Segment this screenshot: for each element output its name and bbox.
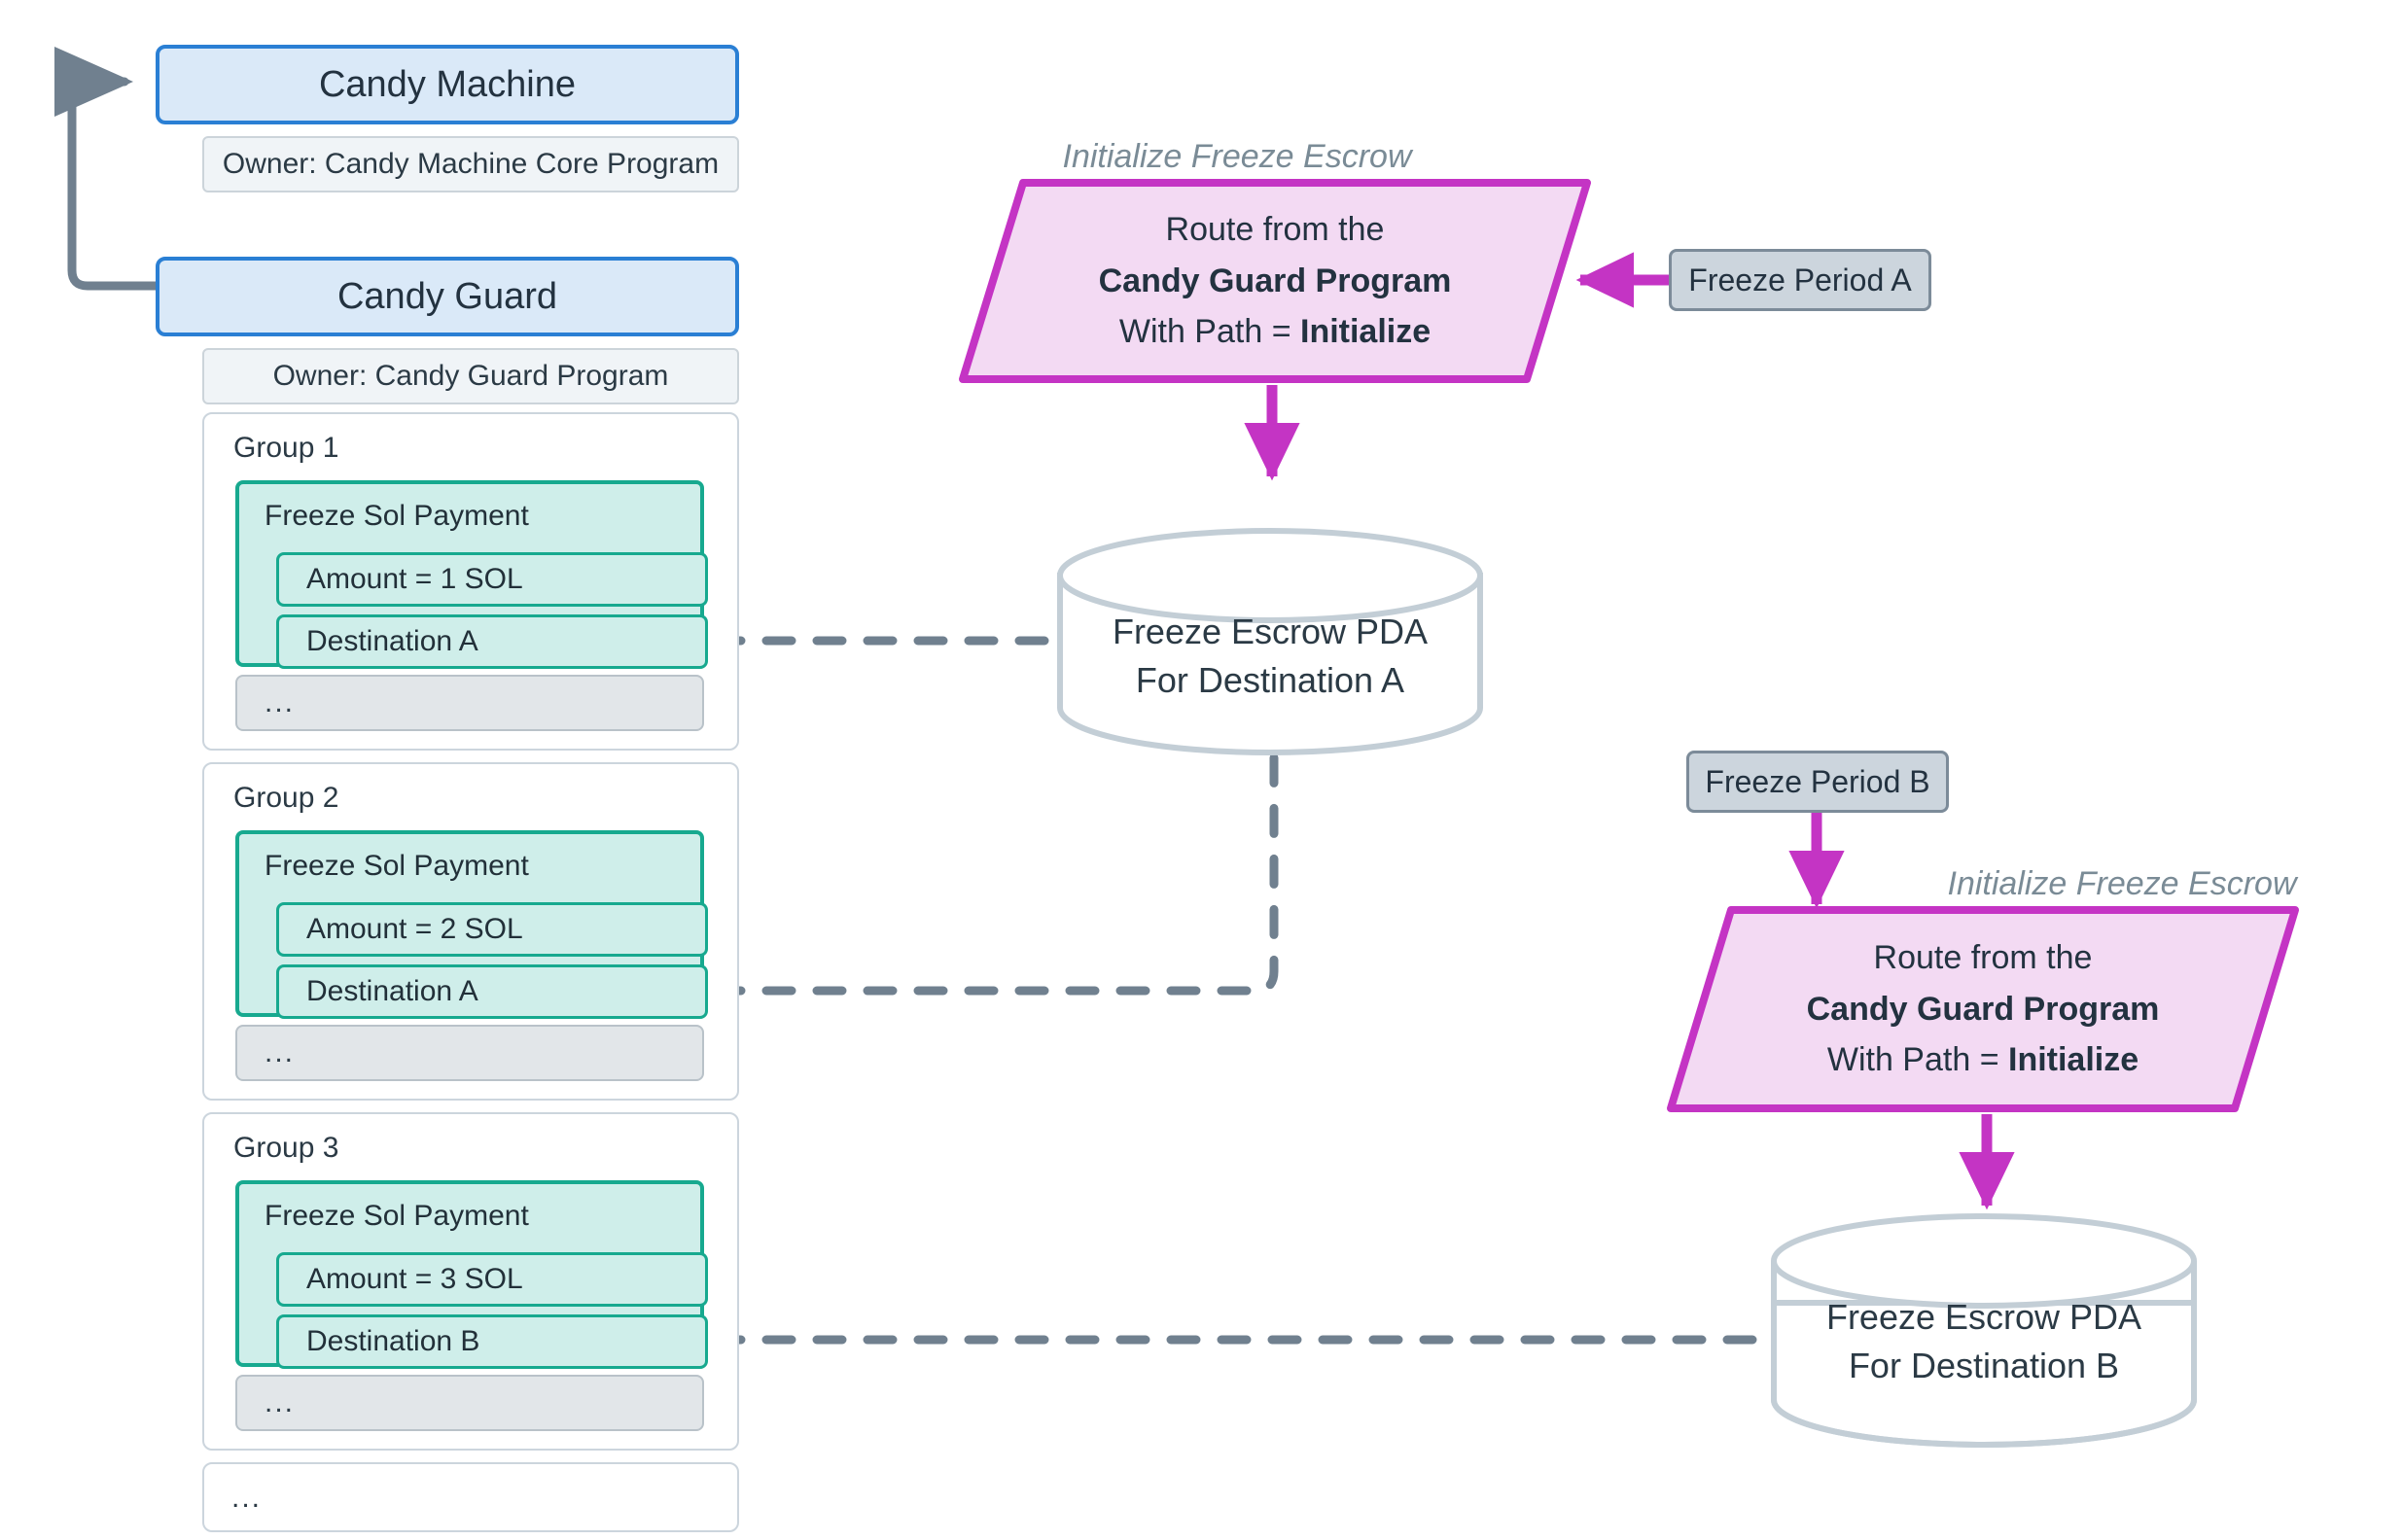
freeze-period-a-label: Freeze Period A xyxy=(1688,262,1912,298)
candy-machine-box[interactable]: Candy Machine xyxy=(156,45,739,124)
guard-amount-label-group-1: Amount = 1 SOL xyxy=(306,563,523,595)
guard-name-group-3: Freeze Sol Payment xyxy=(265,1200,529,1232)
candy-guard-owner-label: Owner: Candy Guard Program xyxy=(272,360,669,392)
group-3-title: Group 3 xyxy=(233,1132,339,1164)
candy-guard-box[interactable]: Candy Guard xyxy=(156,257,739,336)
group-1-more-label: ... xyxy=(265,686,296,718)
guard-destination-group-1[interactable]: Destination A xyxy=(276,614,708,669)
route-a-line3-bold: Initialize xyxy=(1300,313,1432,351)
candy-guard-more-label: ... xyxy=(231,1482,263,1514)
group-1-more-row[interactable]: ... xyxy=(235,675,704,731)
group-1-title: Group 1 xyxy=(233,432,339,464)
route-b-line1: Route from the xyxy=(1873,938,2093,976)
guard-name-group-2: Freeze Sol Payment xyxy=(265,850,529,882)
guard-amount-label-group-2: Amount = 2 SOL xyxy=(306,913,523,945)
freeze-period-a-box[interactable]: Freeze Period A xyxy=(1669,249,1931,311)
escrow-b-cylinder-shape xyxy=(1771,1213,2197,1448)
connector-group2-to-escrow-a xyxy=(711,746,1279,996)
route-b-line2: Candy Guard Program xyxy=(1806,990,2160,1028)
freeze-period-b-label: Freeze Period B xyxy=(1705,763,1930,799)
guard-destination-group-3[interactable]: Destination B xyxy=(276,1314,708,1369)
candy-machine-title: Candy Machine xyxy=(318,63,577,105)
group-3-more-row[interactable]: ... xyxy=(235,1375,704,1431)
escrow-a-cylinder-shape xyxy=(1057,528,1483,755)
candy-guard-owner-row: Owner: Candy Guard Program xyxy=(202,348,739,404)
guard-amount-group-3[interactable]: Amount = 3 SOL xyxy=(276,1252,708,1307)
route-b-line3-prefix: With Path = xyxy=(1826,1041,2008,1079)
route-a-line3-prefix: With Path = xyxy=(1118,313,1300,351)
route-a-line2: Candy Guard Program xyxy=(1098,262,1452,299)
route-b-parallelogram[interactable]: Route from the Candy Guard Program With … xyxy=(1671,910,2295,1108)
route-a-line1: Route from the xyxy=(1165,210,1385,248)
candy-guard-more-panel[interactable]: ... xyxy=(202,1462,739,1532)
candy-machine-owner-row: Owner: Candy Machine Core Program xyxy=(202,136,739,192)
guard-amount-group-1[interactable]: Amount = 1 SOL xyxy=(276,552,708,607)
guard-amount-label-group-3: Amount = 3 SOL xyxy=(306,1263,523,1295)
candy-guard-title: Candy Guard xyxy=(336,275,557,317)
guard-destination-group-2[interactable]: Destination A xyxy=(276,964,708,1019)
guard-name-group-1: Freeze Sol Payment xyxy=(265,500,529,532)
guard-amount-group-2[interactable]: Amount = 2 SOL xyxy=(276,902,708,957)
group-2-title: Group 2 xyxy=(233,782,339,814)
route-a-caption: Initialize Freeze Escrow xyxy=(1062,138,1412,175)
route-b-caption: Initialize Freeze Escrow xyxy=(1947,865,2297,902)
guard-destination-label-group-2: Destination A xyxy=(306,975,478,1007)
route-a-parallelogram[interactable]: Route from the Candy Guard Program With … xyxy=(963,183,1587,379)
group-2-more-label: ... xyxy=(265,1036,296,1068)
diagram-canvas: Candy Machine Owner: Candy Machine Core … xyxy=(0,0,2404,1540)
freeze-period-b-box[interactable]: Freeze Period B xyxy=(1686,751,1949,813)
guard-destination-label-group-3: Destination B xyxy=(306,1325,480,1357)
route-b-line3-bold: Initialize xyxy=(2008,1041,2139,1079)
group-3-more-label: ... xyxy=(265,1386,296,1418)
guard-destination-label-group-1: Destination A xyxy=(306,625,478,657)
candy-machine-owner-label: Owner: Candy Machine Core Program xyxy=(222,148,720,180)
group-2-more-row[interactable]: ... xyxy=(235,1025,704,1081)
